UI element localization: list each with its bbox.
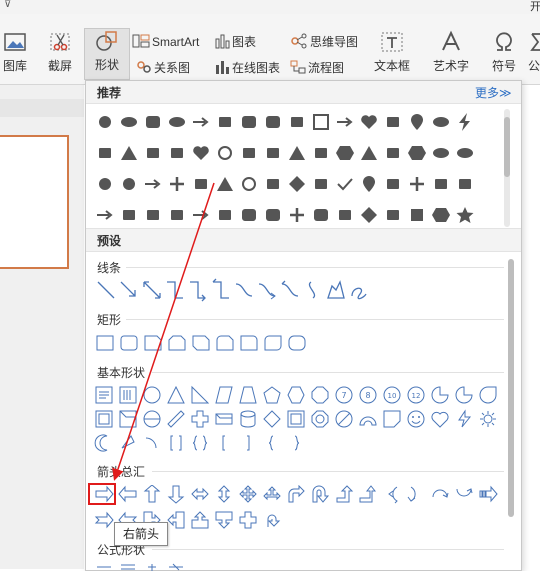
annotation-arrow <box>112 182 215 481</box>
